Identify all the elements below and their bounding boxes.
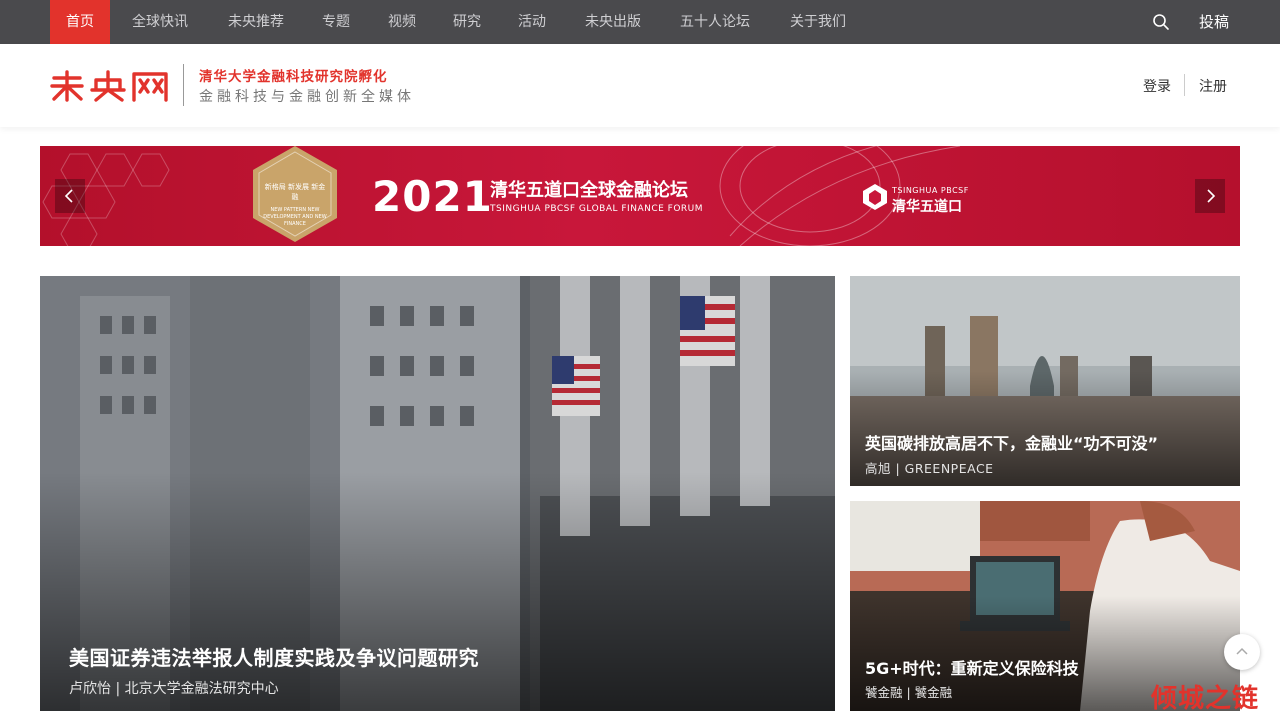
logo-glyph — [50, 70, 168, 102]
banner-forum-subtitle: TSINGHUA PBCSF GLOBAL FINANCE FORUM — [490, 204, 704, 214]
site-logo[interactable] — [50, 68, 172, 102]
feature-main-overlay — [40, 471, 835, 711]
nav-item-home[interactable]: 首页 — [50, 0, 110, 44]
back-to-top-button[interactable] — [1224, 634, 1260, 670]
slogan-sub: 金融科技与金融创新全媒体 — [199, 89, 415, 105]
nav-item-global-news[interactable]: 全球快讯 — [120, 0, 200, 44]
nav-item-about[interactable]: 关于我们 — [780, 0, 856, 44]
nav-item-events[interactable]: 活动 — [507, 0, 557, 44]
badge-text-en: NEW PATTERN NEW DEVELOPMENT AND NEW FINA… — [263, 207, 327, 227]
nav-item-forum-50[interactable]: 五十人论坛 — [670, 0, 760, 44]
nav-item-video[interactable]: 视频 — [377, 0, 427, 44]
feature-side1-meta: 高旭 | GREENPEACE — [865, 461, 994, 476]
pbcsf-logo-icon — [863, 184, 887, 210]
chevron-up-icon — [1236, 647, 1248, 655]
submit-article-link[interactable]: 投稿 — [1199, 0, 1229, 44]
badge-text: 新格局 新发展 新金融 NEW PATTERN NEW DEVELOPMENT … — [262, 182, 328, 228]
banner-brand-cn: 清华五道口 — [892, 199, 962, 215]
chevron-right-icon — [1207, 189, 1216, 203]
feature-main-meta: 卢欣怡 | 北京大学金融法研究中心 — [69, 681, 279, 697]
banner-year: 2021 — [372, 172, 493, 221]
site-header: 清华大学金融科技研究院孵化 金融科技与金融创新全媒体 登录 注册 — [0, 44, 1280, 127]
login-link[interactable]: 登录 — [1143, 76, 1171, 96]
slogan-main: 清华大学金融科技研究院孵化 — [199, 69, 388, 85]
banner-forum-title: 清华五道口全球金融论坛 — [490, 180, 688, 201]
register-link[interactable]: 注册 — [1199, 76, 1227, 96]
chevron-left-icon — [64, 189, 73, 203]
feature-side1-title[interactable]: 英国碳排放高居不下，金融业“功不可没” — [865, 430, 1158, 454]
feature-main-title[interactable]: 美国证券违法举报人制度实践及争议问题研究 — [69, 642, 479, 671]
feature-card-main[interactable]: 美国证券违法举报人制度实践及争议问题研究 卢欣怡 | 北京大学金融法研究中心 — [40, 276, 835, 711]
banner-prev-button[interactable] — [55, 179, 85, 213]
nav-item-publishing[interactable]: 未央出版 — [573, 0, 653, 44]
banner-brand-en: TSINGHUA PBCSF — [892, 186, 969, 195]
watermark-text: 倾城之链 — [1151, 684, 1260, 714]
feature-card-side-1[interactable]: 英国碳排放高居不下，金融业“功不可没” 高旭 | GREENPEACE — [850, 276, 1240, 486]
logo-divider — [183, 64, 184, 106]
nav-item-research[interactable]: 研究 — [442, 0, 492, 44]
badge-text-cn: 新格局 新发展 新金融 — [264, 183, 326, 201]
nav-item-topics[interactable]: 专题 — [311, 0, 361, 44]
auth-divider — [1184, 74, 1185, 96]
nav-item-recommended[interactable]: 未央推荐 — [216, 0, 296, 44]
banner-carousel[interactable]: 新格局 新发展 新金融 NEW PATTERN NEW DEVELOPMENT … — [40, 146, 1240, 246]
search-icon[interactable] — [1152, 13, 1170, 31]
feature-side2-meta: 饕金融 | 饕金融 — [865, 685, 953, 700]
banner-next-button[interactable] — [1195, 179, 1225, 213]
top-navigation: 首页 全球快讯 未央推荐 专题 视频 研究 活动 未央出版 五十人论坛 关于我们… — [0, 0, 1280, 44]
feature-side2-title[interactable]: 5G+时代：重新定义保险科技 — [865, 655, 1079, 679]
